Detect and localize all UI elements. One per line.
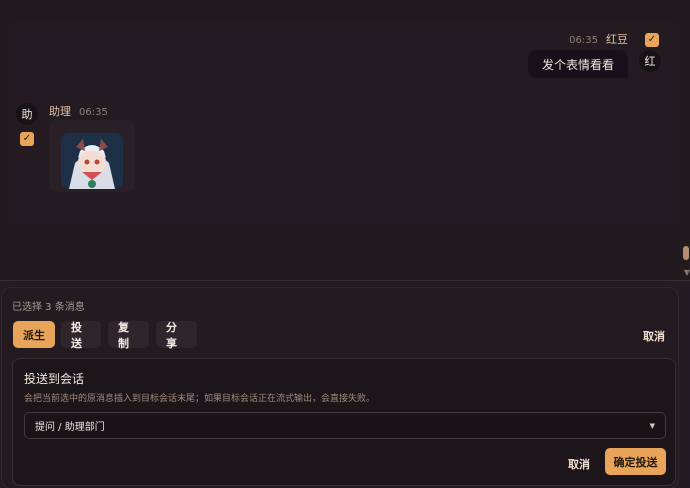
message-time: 06:35 (569, 35, 598, 46)
scroll-down-arrow-icon[interactable]: ▼ (684, 268, 690, 277)
chat-scrollbar[interactable]: ▼ (682, 244, 690, 280)
avatar: 红 (639, 50, 661, 72)
card-title: 投送到会话 (24, 372, 85, 386)
cancel-selection-button[interactable]: 取消 (643, 328, 665, 344)
selected-session: 提问 / 助理部门 (35, 422, 105, 433)
message-selection-panel: 已选择 3 条消息 派生 投送 复制 分享 取消 投送到会话 会把当前选中的原消… (0, 280, 690, 488)
tab-copy[interactable]: 复制 (108, 321, 149, 350)
selected-count: 已选择 3 条消息 (12, 302, 85, 313)
card-description: 会把当前选中的原消息插入到目标会话末尾；如果目标会话正在流式输出，会直接失败。 (24, 394, 376, 404)
scrollbar-thumb[interactable] (683, 246, 689, 260)
chevron-down-icon: ▼ (649, 422, 655, 430)
send-to-session-card: 投送到会话 会把当前选中的原消息插入到目标会话末尾；如果目标会话正在流式输出，会… (12, 358, 676, 486)
target-session-select[interactable]: 提问 / 助理部门 ▼ (24, 412, 666, 439)
chat-area: 06:35 红豆 ✓ 红 发个表情看看 助 ✓ 助理 06:35 ▼ (0, 0, 690, 280)
outgoing-message-bubble[interactable]: 发个表情看看 (527, 50, 628, 78)
outgoing-message-meta: 06:35 红豆 (569, 31, 628, 47)
tab-derive[interactable]: 派生 (13, 321, 55, 348)
incoming-message-meta: 助理 06:35 (49, 103, 108, 119)
message-select-checkbox[interactable]: ✓ (645, 33, 659, 47)
tab-share[interactable]: 分享 (156, 321, 197, 350)
tab-deliver[interactable]: 投送 (61, 321, 101, 350)
sender-name: 红豆 (606, 33, 628, 46)
sticker-message[interactable] (49, 120, 135, 192)
message-time: 06:35 (79, 107, 108, 118)
sender-name: 助理 (49, 105, 71, 118)
sticker-icon (61, 133, 123, 189)
avatar: 助 (16, 103, 38, 125)
message-select-checkbox[interactable]: ✓ (20, 132, 34, 146)
confirm-send-button[interactable]: 确定投送 (605, 448, 666, 475)
cancel-button[interactable]: 取消 (568, 456, 590, 472)
